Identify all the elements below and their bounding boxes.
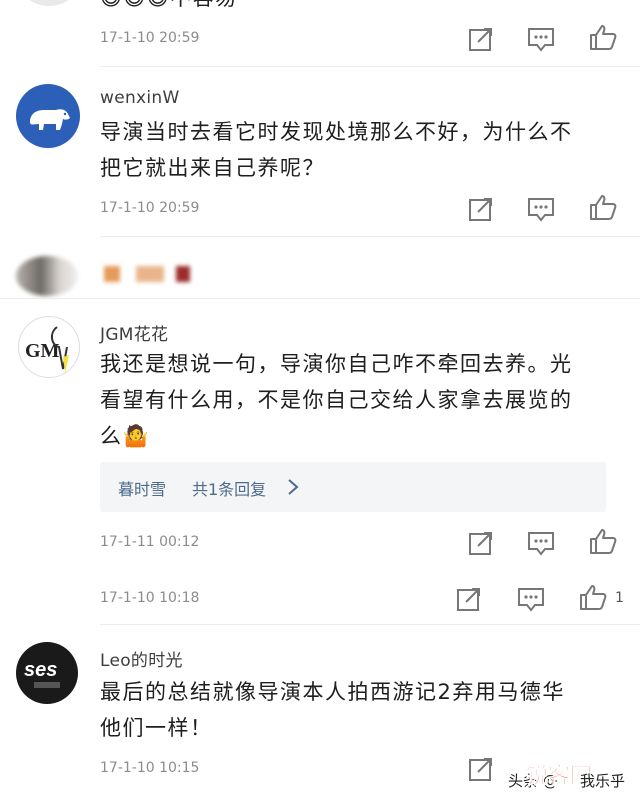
username[interactable]: JGM花花 (100, 320, 168, 345)
share-icon[interactable] (466, 754, 496, 784)
share-icon[interactable] (466, 24, 496, 54)
divider (100, 236, 640, 237)
watermark: 头条 @ 锐客网 我乐乎 (508, 758, 638, 798)
like-icon[interactable] (588, 192, 618, 222)
comment-time: 17-1-10 20:59 (100, 200, 200, 216)
avatar[interactable] (16, 84, 80, 148)
comment-icon[interactable] (526, 194, 556, 224)
username[interactable]: wenxinW (100, 88, 180, 108)
comment-text-line: 他们一样！ (100, 716, 213, 740)
ses-logo-icon: ses (24, 659, 60, 688)
divider (100, 66, 640, 67)
comment-icon[interactable] (526, 528, 556, 558)
comment-icon[interactable] (516, 584, 546, 614)
svg-text:ses: ses (24, 659, 57, 681)
comment-time: 17-1-10 10:15 (100, 760, 200, 776)
comment-action-bar: 17-1-10 10:18 1 (0, 572, 640, 622)
divider (100, 624, 640, 625)
reply-preview[interactable]: 暮时雪 共1条回复 (100, 462, 606, 512)
avatar[interactable] (20, 0, 78, 6)
comment-text-line: 我还是想说一句，导演你自己咋不牵回去养。光 (100, 352, 573, 376)
like-icon[interactable] (588, 526, 618, 556)
comment-item: GM JGM花花 我还是想说一句，导演你自己咋不牵回去养。光 看望有什么用，不是… (0, 300, 640, 570)
like-count: 1 (615, 590, 624, 606)
comment-text: 😄😄😄不容易 (100, 0, 238, 16)
avatar[interactable]: GM (18, 316, 80, 378)
comment-text-line: 么🤷 (100, 424, 151, 448)
reply-author[interactable]: 暮时雪 (118, 476, 166, 500)
comment-text-line: 看望有什么用，不是你自己交给人家拿去展览的 (100, 388, 573, 412)
comment-item: 😄😄😄不容易 17-1-10 20:59 (0, 0, 640, 64)
comment-time: 17-1-10 20:59 (100, 30, 200, 46)
blurred-username (104, 266, 204, 282)
comment-text-line: 最后的总结就像导演本人拍西游记2弃用马德华 (100, 680, 565, 704)
monogram-logo-icon: GM (25, 326, 69, 373)
share-icon[interactable] (454, 584, 484, 614)
watermark-author: 我乐乎 (580, 772, 626, 790)
chevron-right-icon (286, 478, 300, 496)
comment-time: 17-1-11 00:12 (100, 534, 200, 550)
comment-text-line: 导演当时去看它时发现处境那么不好，为什么不 (100, 120, 573, 144)
comment-time: 17-1-10 10:18 (100, 590, 200, 606)
share-icon[interactable] (466, 528, 496, 558)
avatar[interactable] (16, 256, 78, 296)
comment-item (0, 238, 640, 298)
reply-count-link[interactable]: 共1条回复 (192, 476, 266, 500)
comment-item: wenxinW 导演当时去看它时发现处境那么不好，为什么不 把它就出来自己养呢？… (0, 68, 640, 236)
share-icon[interactable] (466, 194, 496, 224)
comment-text-line: 把它就出来自己养呢？ (100, 156, 325, 180)
polar-bear-icon (30, 109, 70, 130)
username[interactable]: Leo的时光 (100, 646, 183, 671)
like-icon[interactable] (588, 22, 618, 52)
avatar[interactable]: ses (16, 642, 78, 704)
like-icon[interactable] (578, 582, 608, 612)
divider (0, 298, 640, 299)
comment-icon[interactable] (526, 24, 556, 54)
